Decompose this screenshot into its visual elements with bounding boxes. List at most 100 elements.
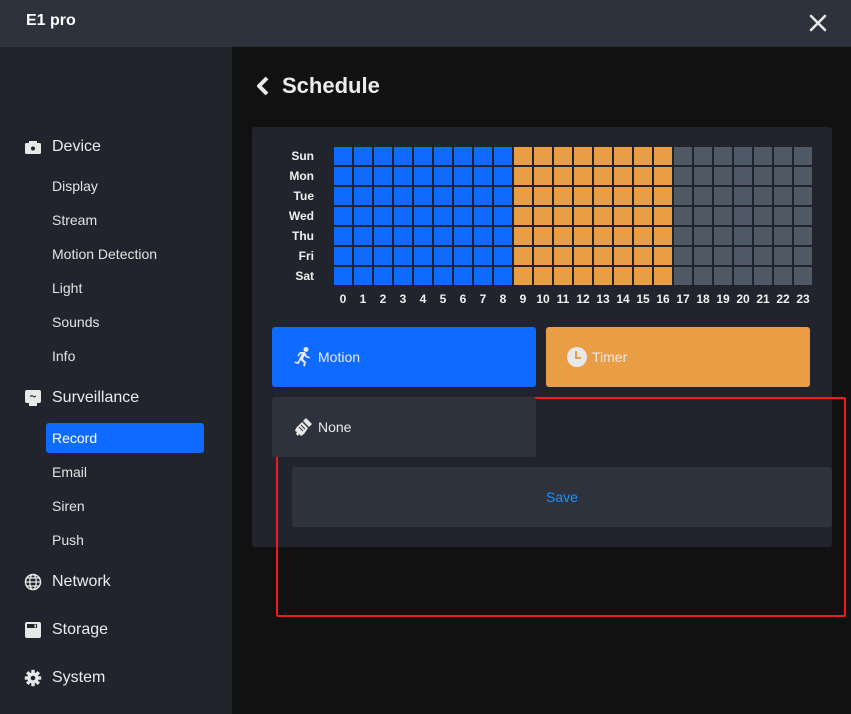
schedule-cell[interactable]	[374, 207, 392, 225]
schedule-cell[interactable]	[434, 267, 452, 285]
schedule-cell[interactable]	[414, 247, 432, 265]
schedule-cell[interactable]	[554, 267, 572, 285]
schedule-cell[interactable]	[614, 267, 632, 285]
schedule-cell[interactable]	[654, 187, 672, 205]
schedule-cell[interactable]	[694, 247, 712, 265]
schedule-cell[interactable]	[494, 267, 512, 285]
schedule-cell[interactable]	[494, 167, 512, 185]
schedule-cell[interactable]	[574, 207, 592, 225]
schedule-cell[interactable]	[654, 147, 672, 165]
schedule-cell[interactable]	[454, 227, 472, 245]
schedule-cell[interactable]	[334, 227, 352, 245]
schedule-cell[interactable]	[754, 207, 772, 225]
schedule-cell[interactable]	[754, 167, 772, 185]
schedule-cell[interactable]	[394, 187, 412, 205]
schedule-cell[interactable]	[734, 227, 752, 245]
schedule-cell[interactable]	[494, 187, 512, 205]
schedule-cell[interactable]	[634, 267, 652, 285]
schedule-cell[interactable]	[594, 147, 612, 165]
schedule-cell[interactable]	[574, 187, 592, 205]
schedule-cell[interactable]	[334, 167, 352, 185]
schedule-cell[interactable]	[734, 167, 752, 185]
schedule-cell[interactable]	[774, 187, 792, 205]
schedule-cell[interactable]	[354, 147, 372, 165]
schedule-cell[interactable]	[754, 267, 772, 285]
schedule-cell[interactable]	[794, 247, 812, 265]
schedule-cell[interactable]	[714, 207, 732, 225]
schedule-cell[interactable]	[494, 247, 512, 265]
schedule-cell[interactable]	[774, 167, 792, 185]
schedule-cell[interactable]	[394, 147, 412, 165]
schedule-cell[interactable]	[514, 227, 532, 245]
schedule-cell[interactable]	[594, 207, 612, 225]
schedule-cell[interactable]	[334, 187, 352, 205]
schedule-cell[interactable]	[374, 147, 392, 165]
schedule-cell[interactable]	[374, 167, 392, 185]
schedule-cell[interactable]	[534, 147, 552, 165]
schedule-cell[interactable]	[474, 147, 492, 165]
sidebar-section-system[interactable]: System	[24, 666, 105, 690]
schedule-cell[interactable]	[474, 227, 492, 245]
schedule-cell[interactable]	[794, 167, 812, 185]
schedule-cell[interactable]	[414, 227, 432, 245]
schedule-cell[interactable]	[434, 187, 452, 205]
schedule-cell[interactable]	[414, 187, 432, 205]
schedule-cell[interactable]	[474, 247, 492, 265]
schedule-cell[interactable]	[774, 247, 792, 265]
schedule-cell[interactable]	[754, 247, 772, 265]
schedule-cell[interactable]	[354, 267, 372, 285]
timer-mode-button[interactable]: Timer	[546, 327, 810, 387]
schedule-cell[interactable]	[414, 147, 432, 165]
none-mode-button[interactable]: None	[272, 397, 536, 457]
schedule-cell[interactable]	[374, 187, 392, 205]
schedule-cell[interactable]	[434, 207, 452, 225]
schedule-cell[interactable]	[634, 247, 652, 265]
schedule-cell[interactable]	[614, 187, 632, 205]
schedule-cell[interactable]	[774, 147, 792, 165]
schedule-cell[interactable]	[454, 207, 472, 225]
schedule-cell[interactable]	[354, 227, 372, 245]
sidebar-item-info[interactable]: Info	[46, 341, 204, 371]
schedule-cell[interactable]	[654, 207, 672, 225]
schedule-cell[interactable]	[734, 147, 752, 165]
schedule-cell[interactable]	[514, 247, 532, 265]
schedule-cell[interactable]	[614, 207, 632, 225]
sidebar-item-record[interactable]: Record	[46, 423, 204, 453]
schedule-cell[interactable]	[494, 227, 512, 245]
sidebar-item-email[interactable]: Email	[46, 457, 204, 487]
chevron-left-icon[interactable]	[254, 75, 272, 97]
schedule-cell[interactable]	[354, 187, 372, 205]
schedule-cell[interactable]	[714, 267, 732, 285]
schedule-cell[interactable]	[794, 227, 812, 245]
schedule-cell[interactable]	[794, 147, 812, 165]
schedule-cell[interactable]	[474, 207, 492, 225]
schedule-cell[interactable]	[574, 247, 592, 265]
schedule-cell[interactable]	[394, 227, 412, 245]
schedule-cell[interactable]	[374, 247, 392, 265]
schedule-cell[interactable]	[594, 227, 612, 245]
sidebar-section-surveillance[interactable]: Surveillance	[24, 386, 139, 410]
schedule-cell[interactable]	[394, 247, 412, 265]
schedule-cell[interactable]	[774, 207, 792, 225]
schedule-cell[interactable]	[534, 207, 552, 225]
schedule-cell[interactable]	[454, 147, 472, 165]
schedule-cell[interactable]	[574, 227, 592, 245]
schedule-cell[interactable]	[694, 267, 712, 285]
sidebar-section-network[interactable]: Network	[24, 570, 111, 594]
schedule-cell[interactable]	[774, 267, 792, 285]
schedule-cell[interactable]	[614, 147, 632, 165]
schedule-cell[interactable]	[694, 227, 712, 245]
motion-mode-button[interactable]: Motion	[272, 327, 536, 387]
schedule-cell[interactable]	[674, 207, 692, 225]
schedule-cell[interactable]	[354, 247, 372, 265]
schedule-cell[interactable]	[714, 147, 732, 165]
schedule-cell[interactable]	[594, 167, 612, 185]
schedule-cell[interactable]	[554, 227, 572, 245]
schedule-cell[interactable]	[334, 147, 352, 165]
schedule-cell[interactable]	[394, 207, 412, 225]
schedule-cell[interactable]	[474, 167, 492, 185]
schedule-cell[interactable]	[574, 167, 592, 185]
schedule-cell[interactable]	[414, 167, 432, 185]
sidebar-item-sounds[interactable]: Sounds	[46, 307, 204, 337]
schedule-cell[interactable]	[794, 267, 812, 285]
